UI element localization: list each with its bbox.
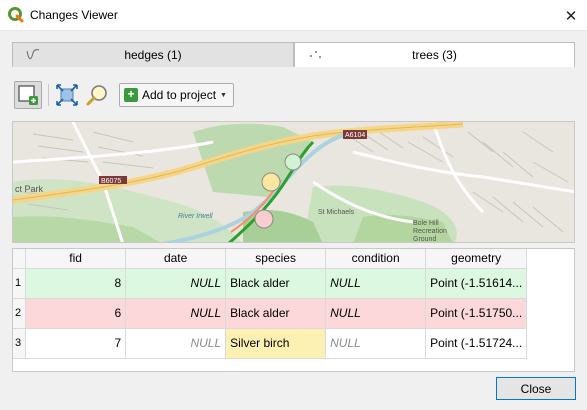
cell-condition[interactable]: NULL [325, 268, 427, 299]
toolbar-separator [48, 84, 49, 106]
chevron-down-icon: ▼ [220, 91, 227, 99]
table-row[interactable]: 1 8 NULL Black alder NULL Point (-1.5161… [13, 268, 528, 299]
table-row[interactable]: 2 6 NULL Black alder NULL Point (-1.5175… [13, 298, 528, 329]
cell-condition[interactable]: NULL [325, 298, 427, 329]
title-bar: Changes Viewer ✕ [0, 0, 587, 31]
add-icon: + [124, 88, 138, 102]
map-label-recreation-2: Recreation [413, 228, 447, 235]
cell-fid[interactable]: 8 [25, 268, 127, 299]
cell-species[interactable]: Black alder [225, 268, 327, 299]
map-label-road: A6104 [345, 132, 365, 139]
cell-species-changed[interactable]: Silver birch [225, 328, 327, 359]
cell-fid[interactable]: 7 [25, 328, 127, 359]
add-to-project-button[interactable]: + Add to project ▼ [119, 83, 234, 107]
changes-table: fid date species condition geometry 1 8 … [12, 248, 575, 372]
window-title: Changes Viewer [30, 8, 118, 22]
corner-header[interactable] [13, 249, 27, 269]
add-to-project-label: Add to project [142, 88, 217, 102]
line-layer-icon [26, 49, 40, 60]
qgis-logo-icon [8, 7, 24, 23]
column-header-species[interactable]: species [225, 249, 327, 269]
cell-condition[interactable]: NULL [325, 328, 427, 359]
map-canvas: A6104 ct Park B6075 St Michaels Bole Hil… [13, 122, 574, 243]
map-label-recreation-3: Ground [413, 236, 436, 243]
layer-tabs: hedges (1) trees (3) [12, 42, 575, 68]
zoom-full-icon [56, 84, 78, 106]
row-number[interactable]: 2 [13, 298, 27, 329]
cell-geometry[interactable]: Point (-1.51750... [425, 298, 528, 329]
close-button[interactable]: Close [496, 377, 576, 400]
map-panel-icon [18, 85, 38, 105]
table-row[interactable]: 3 7 NULL Silver birch NULL Point (-1.517… [13, 328, 528, 359]
zoom-selected-icon [86, 85, 107, 106]
cell-fid[interactable]: 6 [25, 298, 127, 329]
cell-geometry[interactable]: Point (-1.51724... [425, 328, 528, 359]
zoom-full-button[interactable] [53, 81, 81, 109]
toggle-map-button[interactable] [14, 81, 42, 109]
map-label-b-road: B6075 [101, 178, 121, 185]
point-layer-icon [310, 51, 321, 58]
zoom-selected-button[interactable] [83, 81, 111, 109]
tab-trees-label: trees (3) [412, 48, 457, 62]
table-header-row: fid date species condition geometry [13, 249, 528, 269]
cell-date[interactable]: NULL [125, 328, 227, 359]
map-label-church: St Michaels [318, 209, 355, 216]
cell-date[interactable]: NULL [125, 268, 227, 299]
tab-hedges[interactable]: hedges (1) [12, 42, 294, 68]
map-label-river: River Irwell [178, 213, 213, 220]
map-label-park: ct Park [15, 184, 44, 194]
column-header-fid[interactable]: fid [25, 249, 127, 269]
map-label-recreation-1: Bole Hill [413, 220, 439, 227]
row-number[interactable]: 3 [13, 328, 27, 359]
cell-geometry[interactable]: Point (-1.51614... [425, 268, 528, 299]
window-close-icon[interactable]: ✕ [555, 0, 587, 31]
tab-trees[interactable]: trees (3) [294, 42, 575, 68]
map-preview[interactable]: A6104 ct Park B6075 St Michaels Bole Hil… [12, 121, 575, 243]
cell-species[interactable]: Black alder [225, 298, 327, 329]
cell-date[interactable]: NULL [125, 298, 227, 329]
column-header-condition[interactable]: condition [325, 249, 427, 269]
tab-hedges-label: hedges (1) [124, 48, 182, 62]
row-number[interactable]: 1 [13, 268, 27, 299]
column-header-date[interactable]: date [125, 249, 227, 269]
toolbar: + Add to project ▼ [14, 80, 234, 110]
column-header-geometry[interactable]: geometry [425, 249, 528, 269]
